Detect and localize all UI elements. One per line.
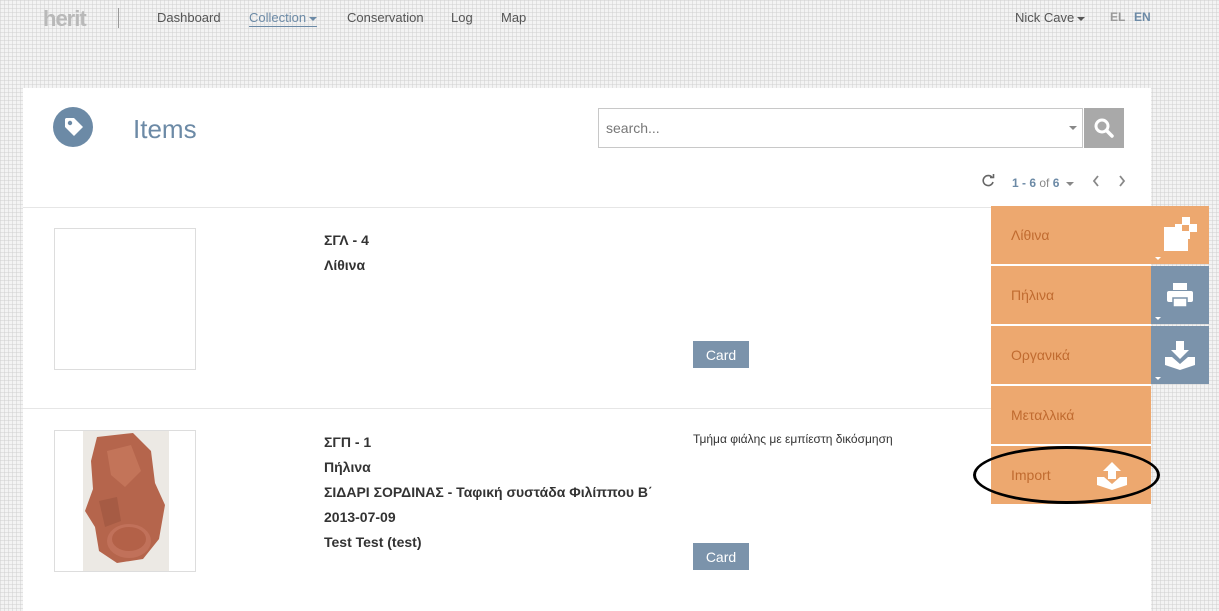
refresh-icon[interactable] bbox=[981, 173, 995, 192]
add-button[interactable] bbox=[1151, 206, 1209, 264]
chevron-down-icon bbox=[1155, 377, 1161, 380]
lang-en[interactable]: EN bbox=[1134, 10, 1151, 24]
chevron-down-icon bbox=[309, 16, 318, 21]
top-navbar: herit Dashboard Collection Conservation … bbox=[0, 0, 1219, 36]
nav-log[interactable]: Log bbox=[451, 10, 473, 25]
pagination-range: 1 - 6 bbox=[1012, 176, 1037, 190]
card-button[interactable]: Card bbox=[693, 543, 749, 570]
user-name: Nick Cave bbox=[1015, 10, 1075, 25]
tag-icon bbox=[53, 107, 93, 147]
pagination-total: 6 bbox=[1052, 176, 1060, 190]
item-code: ΣΓΛ - 4 bbox=[324, 232, 369, 248]
page-title: Items bbox=[133, 114, 197, 144]
app-logo[interactable]: herit bbox=[43, 6, 87, 32]
item-details[interactable]: ΣΓΛ - 4 Λίθινα bbox=[324, 228, 664, 278]
search-icon bbox=[1094, 118, 1114, 138]
menu-item-pilina[interactable]: Πήλινα bbox=[991, 266, 1151, 324]
chevron-down-icon bbox=[1065, 181, 1074, 186]
items-panel: Items 1 - 6 of 6 ΣΓΛ - 4 Λίθινα Card bbox=[23, 88, 1151, 611]
next-page-icon[interactable] bbox=[1117, 174, 1127, 193]
nav-collection-label: Collection bbox=[249, 10, 307, 25]
search-field[interactable] bbox=[598, 108, 1083, 148]
item-date: 2013-07-09 bbox=[324, 509, 396, 525]
nav-collection[interactable]: Collection bbox=[249, 10, 318, 27]
divider bbox=[23, 207, 1151, 208]
lang-el[interactable]: EL bbox=[1110, 10, 1125, 24]
artifact-image bbox=[83, 431, 169, 571]
menu-item-label: Λίθινα bbox=[1011, 227, 1050, 243]
item-code: ΣΓΠ - 1 bbox=[324, 434, 372, 450]
item-category: Λίθινα bbox=[324, 257, 366, 273]
chevron-down-icon bbox=[1077, 16, 1086, 21]
pagination-of: of bbox=[1039, 176, 1050, 190]
highlight-annotation bbox=[973, 446, 1160, 504]
nav-conservation[interactable]: Conservation bbox=[347, 10, 424, 25]
item-details[interactable]: ΣΓΠ - 1 Πήλινα ΣΙΔΑΡΙ ΣΟΡΔΙΝΑΣ - Ταφική … bbox=[324, 430, 664, 555]
divider bbox=[23, 408, 1151, 409]
add-icon bbox=[1164, 217, 1197, 251]
item-author: Test Test (test) bbox=[324, 534, 422, 550]
item-thumbnail[interactable] bbox=[54, 430, 196, 572]
logo-divider bbox=[118, 8, 119, 28]
prev-page-icon[interactable] bbox=[1091, 174, 1101, 193]
download-button[interactable] bbox=[1151, 326, 1209, 384]
nav-dashboard[interactable]: Dashboard bbox=[157, 10, 221, 25]
menu-item-label: Πήλινα bbox=[1011, 287, 1055, 303]
card-button[interactable]: Card bbox=[693, 341, 749, 368]
item-category: Πήλινα bbox=[324, 459, 371, 475]
item-thumbnail[interactable] bbox=[54, 228, 196, 370]
menu-item-label: Μεταλλικά bbox=[1011, 407, 1075, 423]
search-input[interactable] bbox=[599, 109, 1059, 147]
user-menu[interactable]: Nick Cave bbox=[1015, 10, 1086, 25]
menu-item-label: Οργανικά bbox=[1011, 347, 1070, 363]
chevron-down-icon[interactable] bbox=[1069, 126, 1077, 130]
item-description: Τμήμα φιάλης με εμπίεστη δικόσμηση bbox=[693, 432, 893, 446]
chevron-down-icon bbox=[1155, 317, 1161, 320]
download-icon bbox=[1165, 341, 1195, 370]
item-location: ΣΙΔΑΡΙ ΣΟΡΔΙΝΑΣ - Ταφική συστάδα Φιλίππο… bbox=[324, 484, 653, 500]
chevron-down-icon bbox=[1155, 257, 1161, 260]
print-button[interactable] bbox=[1151, 266, 1209, 324]
menu-item-organika[interactable]: Οργανικά bbox=[991, 326, 1151, 384]
search-button[interactable] bbox=[1084, 108, 1124, 148]
pagination-info[interactable]: 1 - 6 of 6 bbox=[1012, 176, 1074, 190]
nav-map[interactable]: Map bbox=[501, 10, 526, 25]
print-icon bbox=[1167, 283, 1193, 308]
menu-item-metallika[interactable]: Μεταλλικά bbox=[991, 386, 1151, 444]
